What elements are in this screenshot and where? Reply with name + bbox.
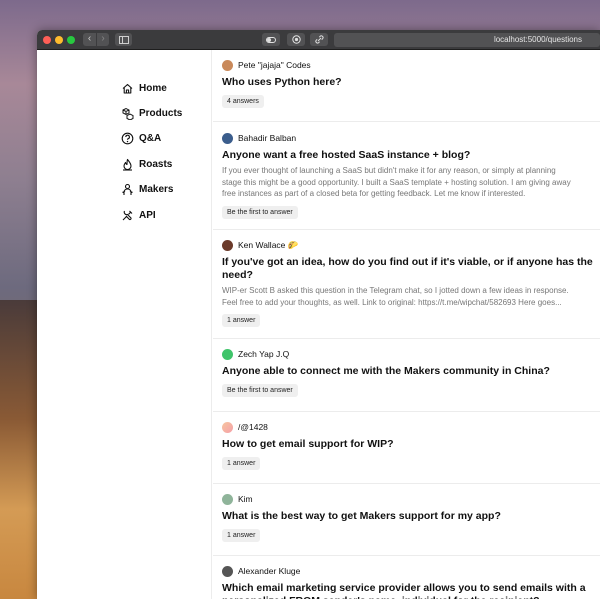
nav-item-roasts[interactable]: Roasts <box>121 158 172 171</box>
question-title[interactable]: How to get email support for WIP? <box>222 438 600 451</box>
author-name: Zech Yap J.Q <box>238 349 290 359</box>
answer-count-badge[interactable]: 1 answer <box>222 457 261 470</box>
question-excerpt: WIP-er Scott B asked this question in th… <box>222 285 600 308</box>
excerpt-line: If you ever thought of launching a SaaS … <box>222 166 556 175</box>
question-author[interactable]: Ken Wallace 🌮 <box>222 239 600 251</box>
extension-toggle-icon[interactable] <box>262 33 280 46</box>
answer-count-badge[interactable]: 1 answer <box>222 529 261 542</box>
question-author[interactable]: Alexander Kluge <box>222 565 600 577</box>
question-author[interactable]: Zech Yap J.Q <box>222 348 600 360</box>
question-item[interactable]: Alexander Kluge Which email marketing se… <box>213 557 600 599</box>
excerpt-line: WIP-er Scott B asked this question in th… <box>222 286 569 295</box>
back-icon[interactable]: ‹ <box>83 33 96 46</box>
home-icon <box>122 83 133 94</box>
answer-count-badge[interactable]: 4 answers <box>222 95 264 108</box>
nav-item-makers[interactable]: Makers <box>121 183 173 196</box>
makers-icon <box>122 183 133 195</box>
question-title[interactable]: Who uses Python here? <box>222 76 600 89</box>
nav-item-label: Roasts <box>139 159 173 170</box>
question-title[interactable]: Anyone able to connect me with the Maker… <box>222 365 600 378</box>
author-name: Alexander Kluge <box>238 566 301 576</box>
nav-item-products[interactable]: Products <box>121 107 182 120</box>
questions-feed: Pete "jajaja" Codes Who uses Python here… <box>213 50 600 599</box>
question-item[interactable]: Bahadir Balban Anyone want a free hosted… <box>213 123 600 230</box>
privacy-report-icon[interactable] <box>287 33 305 46</box>
question-title[interactable]: If you've got an idea, how do you find o… <box>222 256 600 282</box>
avatar <box>222 348 233 360</box>
roast-icon <box>123 158 132 171</box>
question-item[interactable]: Pete "jajaja" Codes Who uses Python here… <box>213 50 600 122</box>
question-title[interactable]: What is the best way to get Makers suppo… <box>222 510 600 523</box>
history-nav: ‹ › <box>83 33 109 46</box>
excerpt-line: free instances as part of a closed beta … <box>222 189 526 198</box>
question-item[interactable]: Kim What is the best way to get Makers s… <box>213 485 600 556</box>
question-item[interactable]: Zech Yap J.Q Anyone able to connect me w… <box>213 340 600 412</box>
minimize-window-button[interactable] <box>55 35 63 44</box>
link-icon[interactable] <box>310 33 328 46</box>
author-name: /@1428 <box>238 422 268 432</box>
question-author[interactable]: Kim <box>222 493 600 505</box>
question-item[interactable]: Ken Wallace 🌮 If you've got an idea, how… <box>213 231 600 339</box>
question-title[interactable]: Anyone want a free hosted SaaS instance … <box>222 149 600 162</box>
nav-item-label: Q&A <box>139 133 162 144</box>
avatar <box>222 493 233 505</box>
close-window-button[interactable] <box>43 35 51 44</box>
zoom-window-button[interactable] <box>67 35 75 44</box>
avatar <box>222 132 233 144</box>
question-author[interactable]: Pete "jajaja" Codes <box>222 59 600 71</box>
answer-count-badge[interactable]: Be the first to answer <box>222 384 298 397</box>
nav-item-label: API <box>139 210 156 221</box>
excerpt-line: stage this might be a good opportunity. … <box>222 177 571 187</box>
main-nav: Home Products Q&A Roasts Makers API <box>37 50 212 599</box>
avatar <box>222 421 233 433</box>
question-excerpt: If you ever thought of launching a SaaS … <box>222 165 600 200</box>
author-name: Bahadir Balban <box>238 133 297 143</box>
api-icon <box>122 210 133 221</box>
nav-item-label: Makers <box>139 184 174 195</box>
author-name: Ken Wallace 🌮 <box>238 239 299 250</box>
address-bar[interactable]: localhost:5000/questions <box>334 33 600 47</box>
products-icon <box>122 107 134 120</box>
question-item[interactable]: /@1428 How to get email support for WIP?… <box>213 413 600 484</box>
question-icon <box>121 132 134 145</box>
question-author[interactable]: /@1428 <box>222 421 600 433</box>
avatar <box>222 239 233 251</box>
answer-count-badge[interactable]: 1 answer <box>222 314 261 327</box>
window-controls <box>43 35 75 44</box>
nav-item-label: Products <box>139 108 183 119</box>
author-name: Kim <box>238 494 253 504</box>
browser-titlebar: ‹ › localhost:5000/questions <box>37 30 600 50</box>
excerpt-line: Feel free to add your thoughts, as well.… <box>222 297 562 307</box>
nav-item-home[interactable]: Home <box>121 82 167 95</box>
desktop-wallpaper <box>0 300 40 599</box>
avatar <box>222 565 233 577</box>
question-author[interactable]: Bahadir Balban <box>222 132 600 144</box>
answer-count-badge[interactable]: Be the first to answer <box>222 205 298 219</box>
nav-item-label: Home <box>139 83 167 94</box>
forward-icon[interactable]: › <box>96 33 109 46</box>
page-content: Home Products Q&A Roasts Makers API Pete… <box>37 50 600 599</box>
nav-item-qa[interactable]: Q&A <box>121 132 161 145</box>
nav-item-api[interactable]: API <box>121 209 156 222</box>
avatar <box>222 59 233 71</box>
browser-window: ‹ › localhost:5000/questions Home Produc… <box>37 30 600 599</box>
question-title[interactable]: Which email marketing service provider a… <box>222 582 600 599</box>
author-name: Pete "jajaja" Codes <box>238 60 311 70</box>
sidebar-toggle-icon[interactable] <box>115 33 132 46</box>
